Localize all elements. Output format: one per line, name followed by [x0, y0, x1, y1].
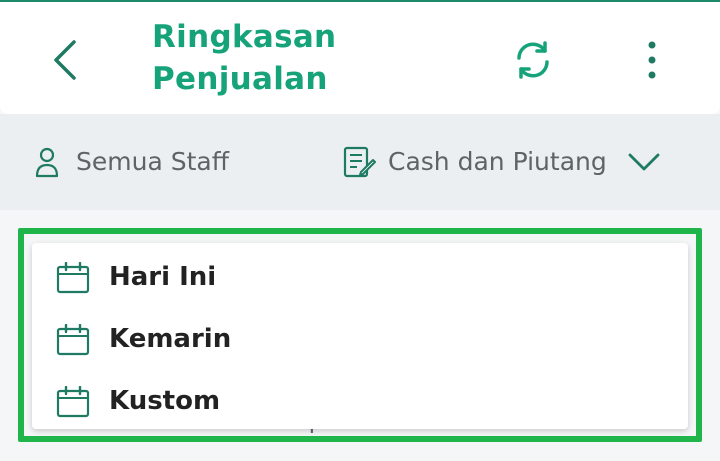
staff-filter-label: Semua Staff	[76, 147, 229, 176]
back-button[interactable]	[40, 32, 90, 88]
menu-item-label: Kustom	[109, 386, 221, 416]
menu-item-label: Kemarin	[109, 324, 232, 354]
payment-filter-label: Cash dan Piutang	[388, 147, 607, 176]
back-arrow-icon	[54, 40, 76, 80]
menu-item-label: Hari Ini	[109, 262, 217, 292]
note-edit-icon	[343, 146, 376, 178]
filter-bar: Semua Staff Cash dan Piutang	[0, 114, 720, 210]
menu-item-kustom[interactable]: Kustom	[32, 370, 688, 432]
app-header: Ringkasan Penjualan	[0, 2, 720, 114]
refresh-icon	[517, 41, 549, 79]
menu-item-kemarin[interactable]: Kemarin	[32, 308, 688, 370]
payment-filter[interactable]: Cash dan Piutang	[342, 142, 661, 182]
date-range-dropdown: Hari Ini Kemarin Kustom	[32, 243, 688, 429]
title-line-1: Ringkasan	[152, 19, 337, 55]
staff-filter[interactable]: Semua Staff	[34, 142, 229, 182]
title-line-2: Penjualan	[152, 61, 328, 97]
more-vert-icon	[648, 41, 656, 79]
calendar-icon	[56, 324, 90, 356]
refresh-button[interactable]	[508, 35, 558, 85]
person-icon	[35, 147, 59, 178]
more-options-button[interactable]	[630, 35, 674, 85]
chevron-down-icon	[628, 153, 660, 171]
menu-item-hari-ini[interactable]: Hari Ini	[32, 246, 688, 308]
calendar-icon	[56, 262, 90, 294]
calendar-icon	[56, 386, 90, 418]
page-title: Ringkasan Penjualan	[152, 16, 412, 100]
